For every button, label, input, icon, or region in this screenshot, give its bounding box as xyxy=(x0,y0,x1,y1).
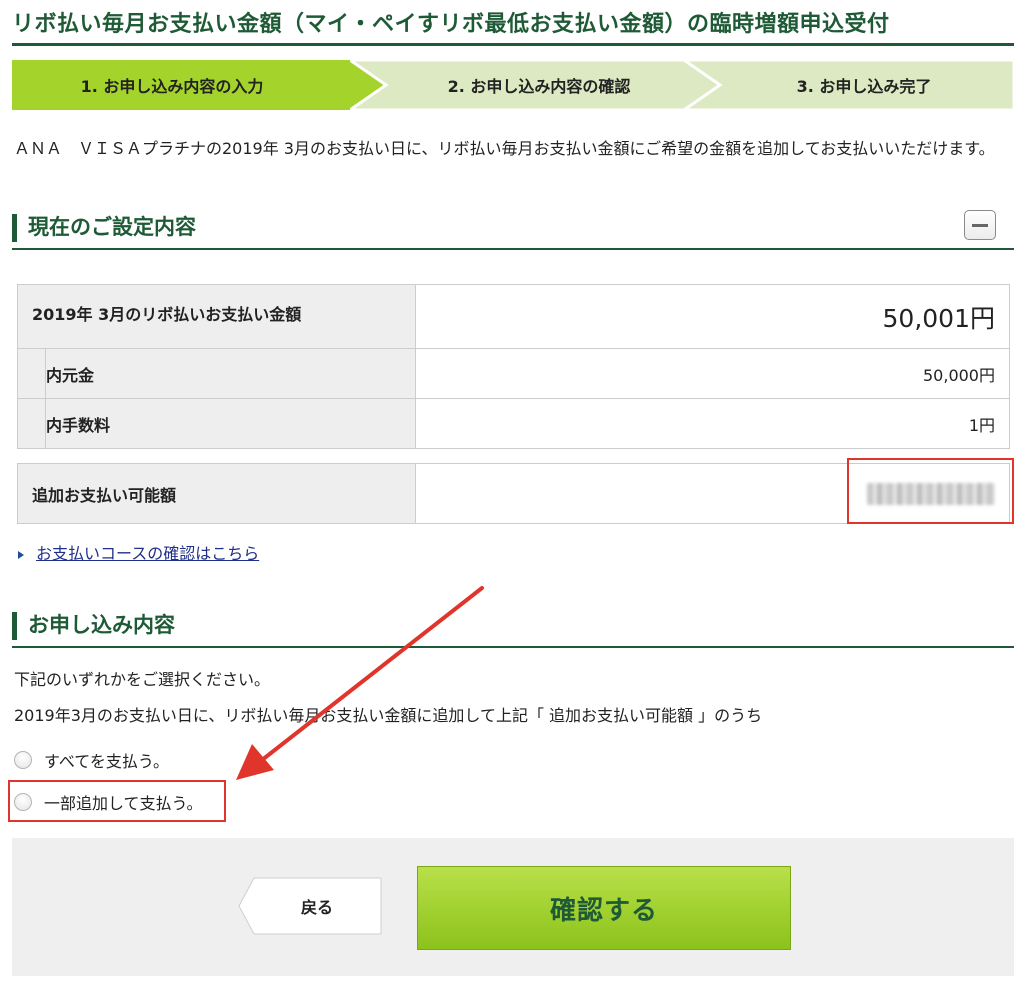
back-label: 戻る xyxy=(300,898,333,917)
back-button[interactable]: 戻る xyxy=(238,877,382,935)
confirm-button[interactable]: 確認する xyxy=(417,866,791,950)
